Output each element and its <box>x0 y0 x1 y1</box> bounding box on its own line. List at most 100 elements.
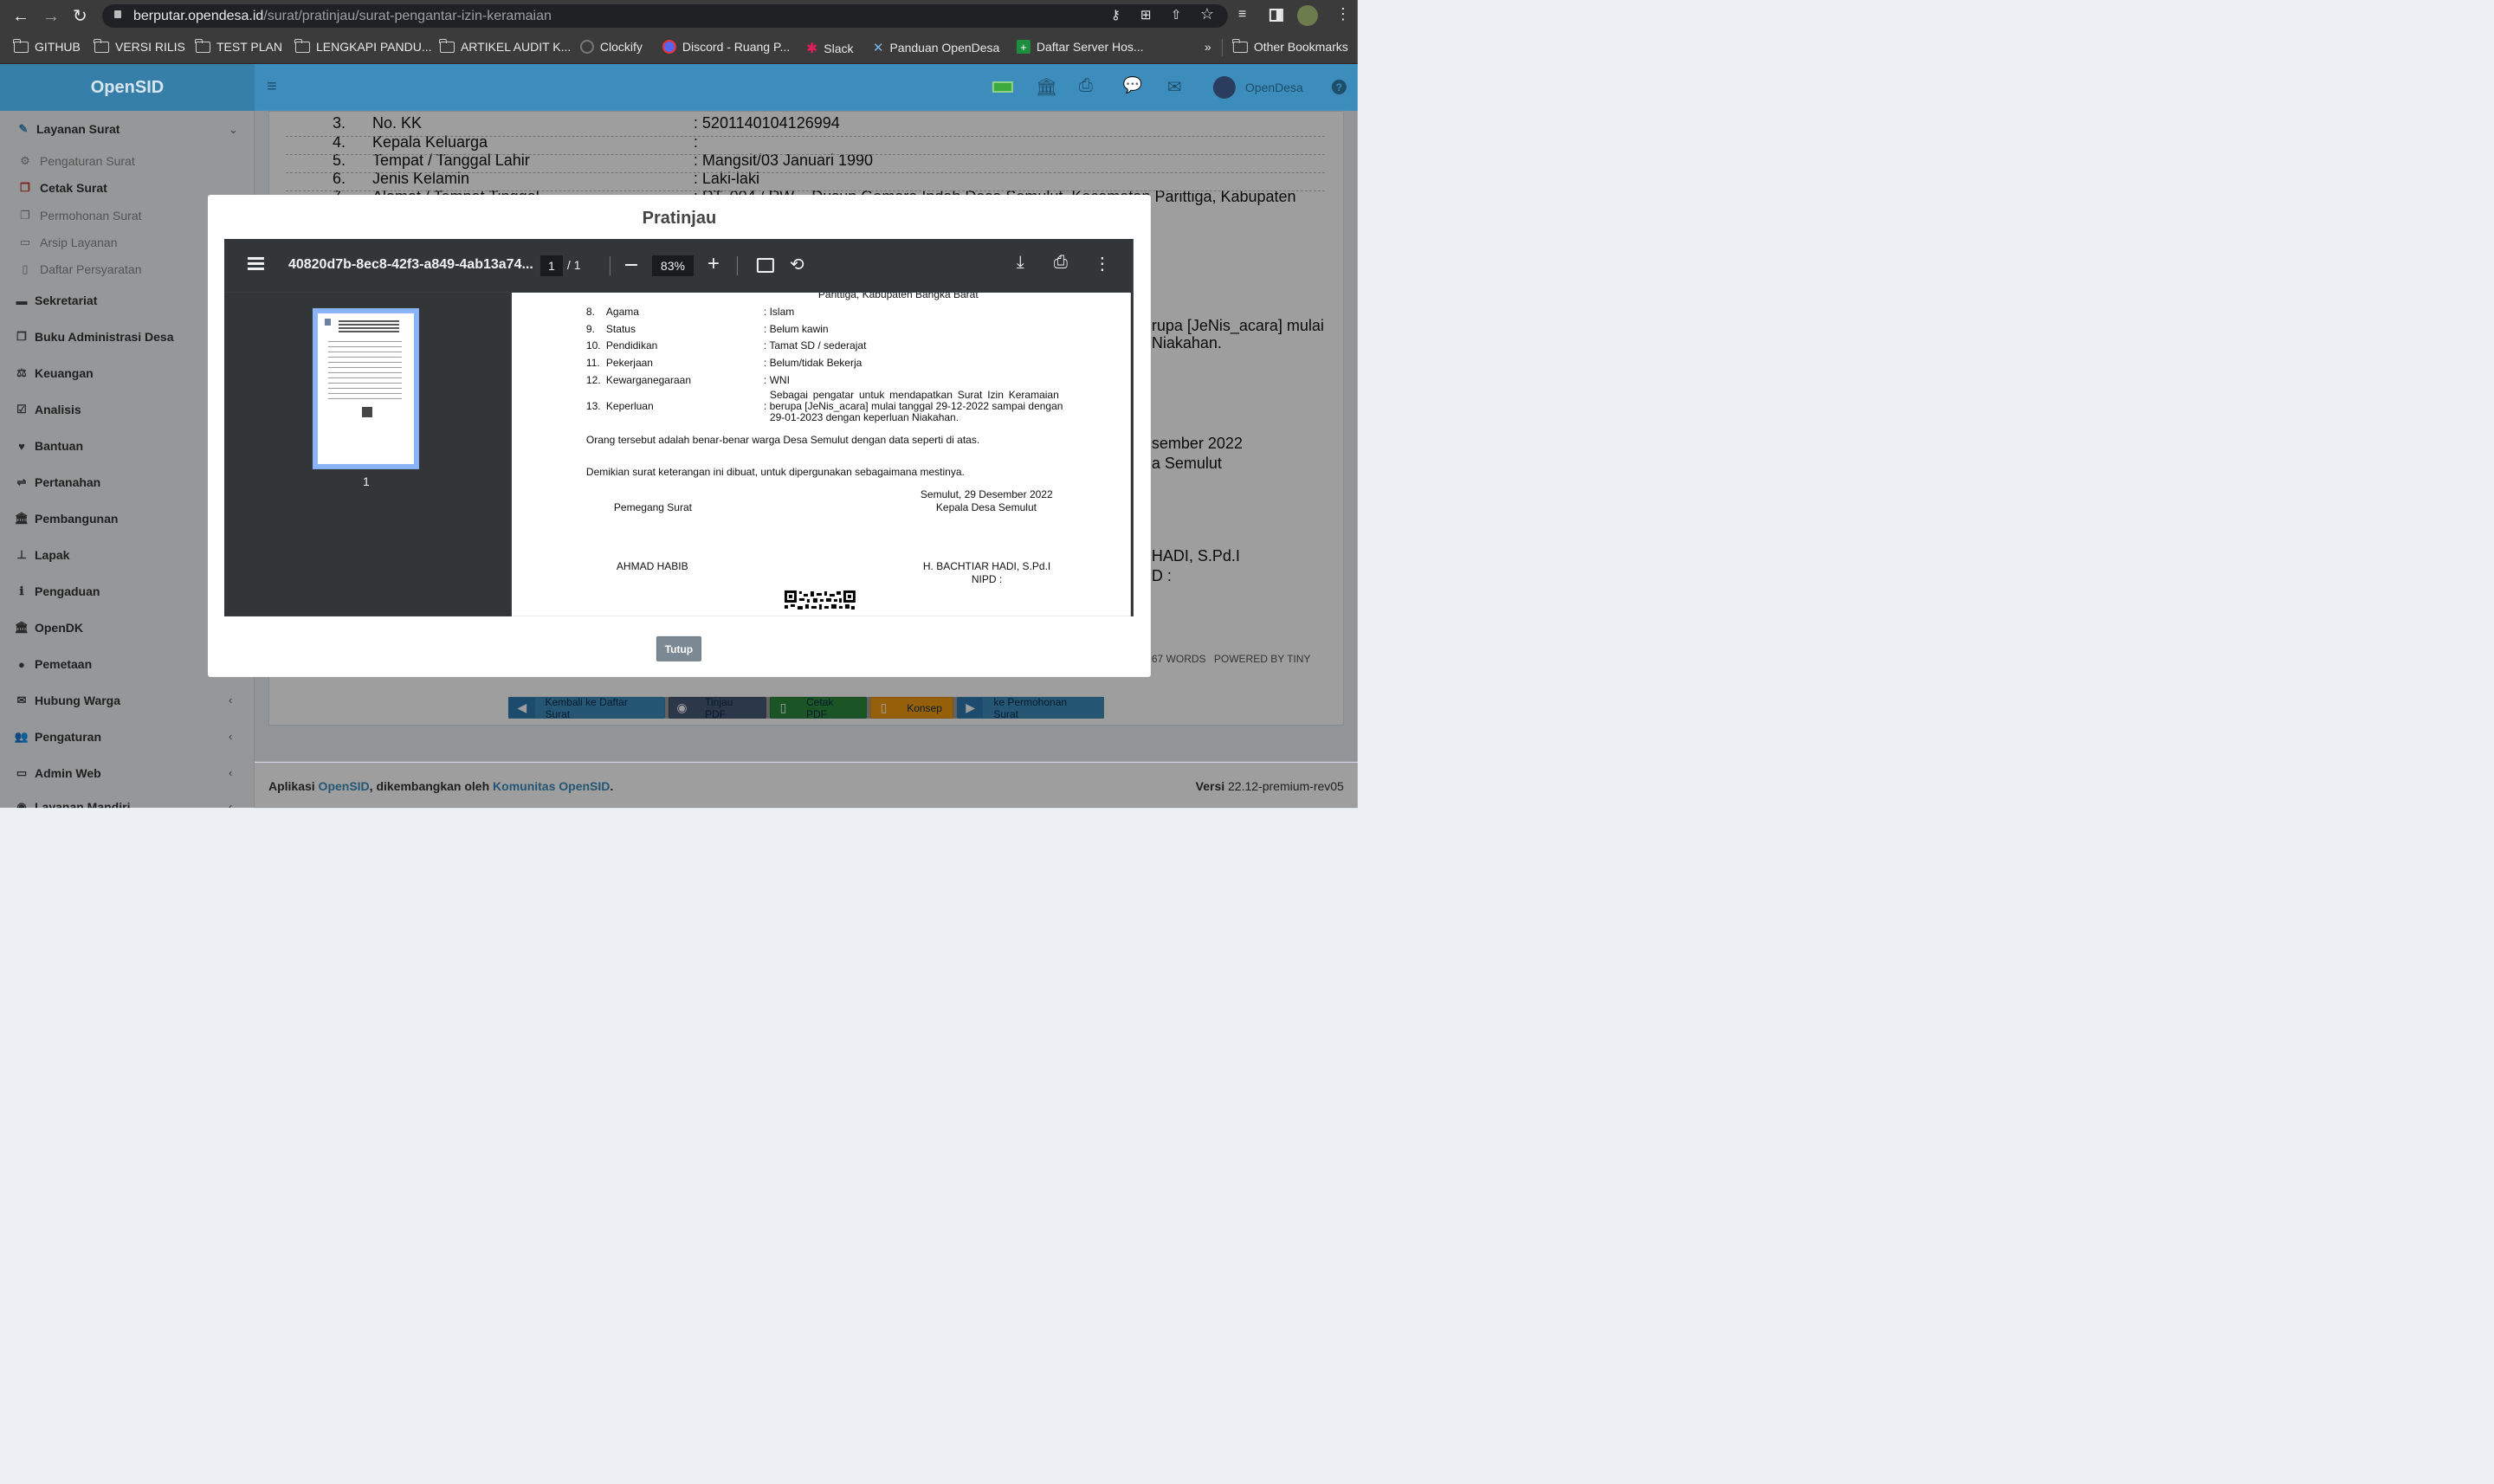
bookmark-label: Clockify <box>599 39 643 54</box>
row-value: : WNI <box>763 373 790 386</box>
url-path: /surat/pratinjau/surat-pengantar-izin-ke… <box>263 8 552 23</box>
battery-icon[interactable] <box>992 81 1013 93</box>
pdf-viewer[interactable]: 1 Parittiga, Kabupaten Bangka Barat 8. Ag… <box>223 292 1134 616</box>
close-button[interactable]: Tutup <box>656 636 701 661</box>
plus-icon: + <box>1016 39 1031 54</box>
emblem-icon <box>324 318 331 326</box>
bookmark-label: GITHUB <box>34 39 81 54</box>
page-text: Parittiga, Kabupaten Bangka Barat <box>817 292 979 300</box>
pdf-page-input[interactable]: 1 <box>540 255 563 276</box>
row-value: : Belum/tidak Bekerja <box>763 356 863 369</box>
url-host: berputar.opendesa.id <box>132 8 264 23</box>
thumbnail-qr <box>361 406 372 417</box>
rotate-icon[interactable]: ⟲ <box>790 254 804 275</box>
bookmark-label: Other Bookmarks <box>1253 39 1348 54</box>
back-icon[interactable]: ← <box>12 7 29 27</box>
row-label: Status <box>605 322 636 335</box>
bookmark-discord[interactable]: Discord - Ruang P... <box>662 39 791 54</box>
fit-page-icon[interactable] <box>756 257 774 273</box>
folder-icon <box>195 38 210 53</box>
row-label: Kewarganegaraan <box>605 373 691 386</box>
profile-avatar[interactable] <box>1296 4 1318 26</box>
app-logo[interactable]: OpenSID <box>0 63 255 111</box>
page-paragraph: Orang tersebut adalah benar-benar warga … <box>585 433 980 446</box>
footer-dim <box>254 762 1358 809</box>
bookmark-label: TEST PLAN <box>216 39 282 54</box>
separator <box>609 255 611 275</box>
bookmark-panduan-opendesa[interactable]: ✕ Panduan OpenDesa <box>873 40 999 55</box>
thumbnail-lines <box>338 319 399 322</box>
printer-icon[interactable]: ⎙ <box>1079 76 1093 96</box>
separator <box>736 255 738 275</box>
bookmark-label: ARTIKEL AUDIT K... <box>460 39 572 54</box>
row-value: 29-01-2023 dengan keperluan Niakahan. <box>769 410 959 423</box>
separator <box>1221 38 1223 56</box>
bookmark-slack[interactable]: ✱ Slack <box>806 40 854 57</box>
row-no: 9. <box>585 322 595 335</box>
row-value: : Belum kawin <box>763 322 829 335</box>
bookmark-versi-rilis[interactable]: VERSI RILIS <box>94 38 185 54</box>
folder-icon <box>94 38 109 53</box>
bookmark-label: Slack <box>824 41 854 55</box>
pdf-filename: 40820d7b-8ec8-42f3-a849-4ab13a74... <box>288 256 533 272</box>
share-icon[interactable]: ⇧ <box>1171 7 1182 23</box>
bookmark-label: Daftar Server Hos... <box>1036 39 1144 54</box>
user-avatar[interactable] <box>1212 75 1236 99</box>
bookmark-daftar-server[interactable]: + Daftar Server Hos... <box>1016 39 1144 54</box>
discord-icon <box>662 39 676 54</box>
zoom-in-icon[interactable]: + <box>707 251 720 277</box>
page-paragraph: Demikian surat keterangan ini dibuat, un… <box>585 465 965 478</box>
bookmarks-bar: GITHUB VERSI RILIS TEST PLAN LENGKAPI PA… <box>0 31 1358 64</box>
reload-icon[interactable]: ↻ <box>73 5 87 27</box>
bookmark-test-plan[interactable]: TEST PLAN <box>195 38 282 54</box>
address-bar[interactable]: berputar.opendesa.id/surat/pratinjau/sur… <box>101 3 1228 28</box>
clockify-icon <box>579 39 594 54</box>
bookmark-github[interactable]: GITHUB <box>13 38 81 54</box>
official-name: H. BACHTIAR HADI, S.Pd.I <box>922 559 1051 572</box>
translate-icon[interactable]: ⊞ <box>1140 7 1152 23</box>
reading-list-icon[interactable]: ≡ <box>1238 7 1246 23</box>
star-icon[interactable]: ☆ <box>1200 5 1214 23</box>
pdf-page-count: / 1 <box>566 257 581 272</box>
mail-icon[interactable]: ✉ <box>1167 76 1182 98</box>
row-label: Agama <box>605 305 639 318</box>
print-icon[interactable]: ⎙ <box>1054 253 1068 273</box>
user-name[interactable]: OpenDesa <box>1245 81 1303 94</box>
folder-icon <box>1232 38 1248 53</box>
bookmark-artikel-audit[interactable]: ARTIKEL AUDIT K... <box>439 38 572 54</box>
row-no: 11. <box>585 356 600 369</box>
bookmark-label: Discord - Ruang P... <box>682 39 791 54</box>
thumbnail-lines <box>327 340 402 342</box>
official-title: Kepala Desa Semulut <box>935 500 1037 513</box>
key-icon[interactable]: ⚷ <box>1111 7 1121 23</box>
bookmarks-overflow[interactable]: » <box>1205 40 1211 54</box>
forward-icon[interactable]: → <box>42 7 60 27</box>
pdf-toolbar: 40820d7b-8ec8-42f3-a849-4ab13a74... 1 / … <box>223 238 1134 293</box>
row-label: Keperluan <box>605 399 654 412</box>
bookmark-label: VERSI RILIS <box>114 39 185 54</box>
pdf-scrollbar[interactable] <box>1130 292 1134 616</box>
pdf-zoom-input[interactable]: 83% <box>651 255 694 276</box>
row-label: Pendidikan <box>605 339 658 352</box>
download-icon[interactable]: ⤓ <box>1017 253 1024 273</box>
footer: Aplikasi OpenSID, dikembangkan oleh Komu… <box>254 761 1358 809</box>
bookmark-clockify[interactable]: Clockify <box>579 39 643 54</box>
menu-kebab-icon[interactable]: ⋮ <box>1335 5 1351 23</box>
page-thumbnail[interactable] <box>312 307 419 469</box>
nipd-label: NIPD : <box>971 572 1003 585</box>
pdf-menu-icon[interactable] <box>247 256 264 260</box>
zoom-out-icon[interactable] <box>624 263 637 266</box>
bookmark-other[interactable]: Other Bookmarks <box>1232 38 1348 54</box>
chat-icon[interactable]: 💬 <box>1123 76 1142 94</box>
bank-icon[interactable]: 🏛 <box>1036 76 1057 98</box>
help-icon[interactable]: ? <box>1331 79 1347 94</box>
bookmark-label: LENGKAPI PANDU... <box>315 39 432 54</box>
place-date: Semulut, 29 Desember 2022 <box>920 487 1053 500</box>
qr-code <box>784 590 856 611</box>
pdf-more-icon[interactable]: ⋮ <box>1094 253 1111 274</box>
bookmark-lengkapi-panduan[interactable]: LENGKAPI PANDU... <box>294 38 432 54</box>
sidepanel-icon[interactable] <box>1269 8 1283 22</box>
menu-toggle-icon[interactable]: ≡ <box>267 77 277 97</box>
row-no: 13. <box>585 399 601 412</box>
row-no: 10. <box>585 339 601 352</box>
